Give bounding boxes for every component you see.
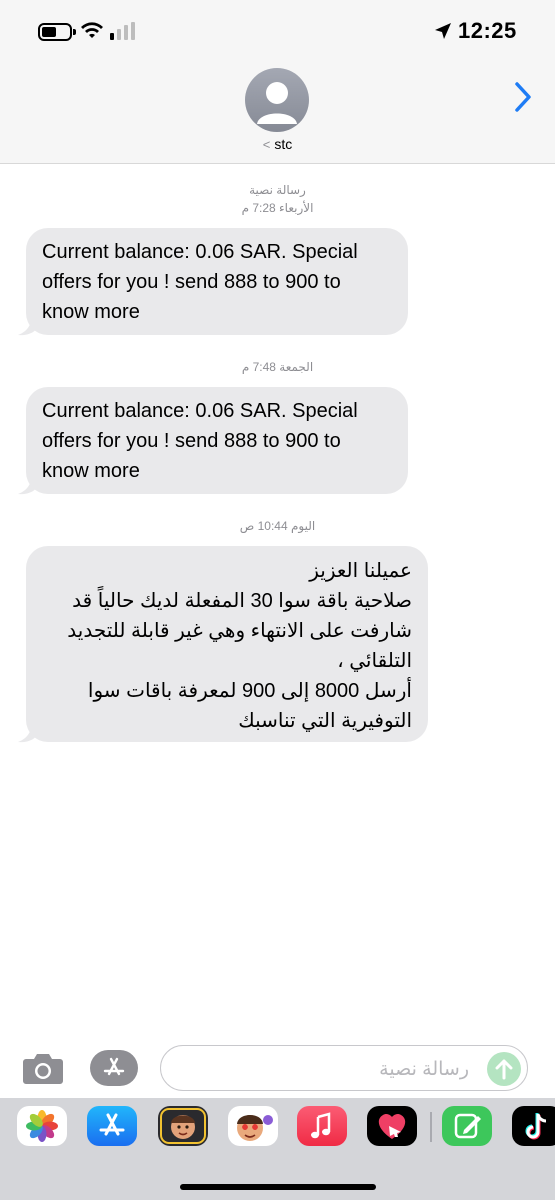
clock: 12:25 bbox=[458, 18, 517, 43]
message-line: صلاحية باقة سوا 30 المفعلة لديك حالياً ق… bbox=[72, 590, 412, 612]
app-drawer bbox=[0, 1098, 555, 1200]
send-button[interactable] bbox=[487, 1052, 521, 1086]
bubble-tail bbox=[18, 721, 38, 743]
music-app-icon[interactable] bbox=[297, 1106, 347, 1146]
timestamp: الأربعاء 7:28 م bbox=[241, 201, 314, 215]
message-line: شارفت على الانتهاء وهي غير قابلة للتجديد bbox=[67, 620, 412, 642]
back-chevron-icon: < bbox=[262, 137, 271, 152]
message-bubble[interactable]: Current balance: 0.06 SAR. Special offer… bbox=[26, 387, 408, 494]
app-store-icon[interactable] bbox=[90, 1050, 138, 1086]
message-input-placeholder: رسالة نصية bbox=[379, 1059, 469, 1080]
contact-avatar-icon[interactable] bbox=[245, 68, 309, 132]
timestamp-type-label: رسالة نصية bbox=[249, 183, 306, 197]
tiktok-app-icon[interactable] bbox=[512, 1106, 555, 1146]
timestamp: الجمعة 7:48 م bbox=[241, 360, 314, 374]
conversation-header: < stc bbox=[0, 62, 555, 164]
message-text: Current balance: 0.06 SAR. Special offer… bbox=[42, 241, 358, 323]
location-arrow-icon bbox=[435, 23, 451, 39]
photos-app-icon[interactable] bbox=[17, 1106, 67, 1146]
app-store-app-icon[interactable] bbox=[87, 1106, 137, 1146]
home-indicator[interactable] bbox=[180, 1184, 376, 1190]
message-input[interactable]: رسالة نصية bbox=[160, 1045, 528, 1091]
cellular-signal-icon bbox=[110, 22, 135, 40]
memoji-stickers-app-icon[interactable] bbox=[228, 1106, 278, 1146]
camera-icon[interactable] bbox=[22, 1050, 64, 1086]
contact-name-label: stc bbox=[274, 136, 293, 152]
contact-name[interactable]: < stc bbox=[0, 136, 555, 152]
heart-digital-touch-icon[interactable] bbox=[367, 1106, 417, 1146]
message-text: Current balance: 0.06 SAR. Special offer… bbox=[42, 400, 358, 482]
message-bubble[interactable]: Current balance: 0.06 SAR. Special offer… bbox=[26, 228, 408, 335]
battery-icon bbox=[38, 23, 76, 41]
timestamp: اليوم 10:44 ص bbox=[239, 519, 316, 533]
message-line: التوفيرية التي تناسبك bbox=[238, 710, 412, 732]
message-bubble[interactable]: عميلنا العزيز صلاحية باقة سوا 30 المفعلة… bbox=[26, 546, 428, 742]
notes-app-icon[interactable] bbox=[442, 1106, 492, 1146]
bubble-tail bbox=[18, 314, 38, 336]
chevron-right-icon[interactable] bbox=[512, 80, 534, 114]
memoji-app-icon[interactable] bbox=[158, 1106, 208, 1146]
status-bar: 12:25 bbox=[0, 0, 555, 62]
message-line: التلقائي ، bbox=[337, 650, 412, 672]
drawer-separator bbox=[430, 1112, 432, 1142]
bubble-tail bbox=[18, 473, 38, 495]
message-line: عميلنا العزيز bbox=[309, 560, 412, 582]
message-line: أرسل 8000 إلى 900 لمعرفة باقات سوا bbox=[87, 680, 412, 702]
wifi-icon bbox=[81, 22, 103, 38]
send-arrow-icon bbox=[495, 1059, 513, 1080]
